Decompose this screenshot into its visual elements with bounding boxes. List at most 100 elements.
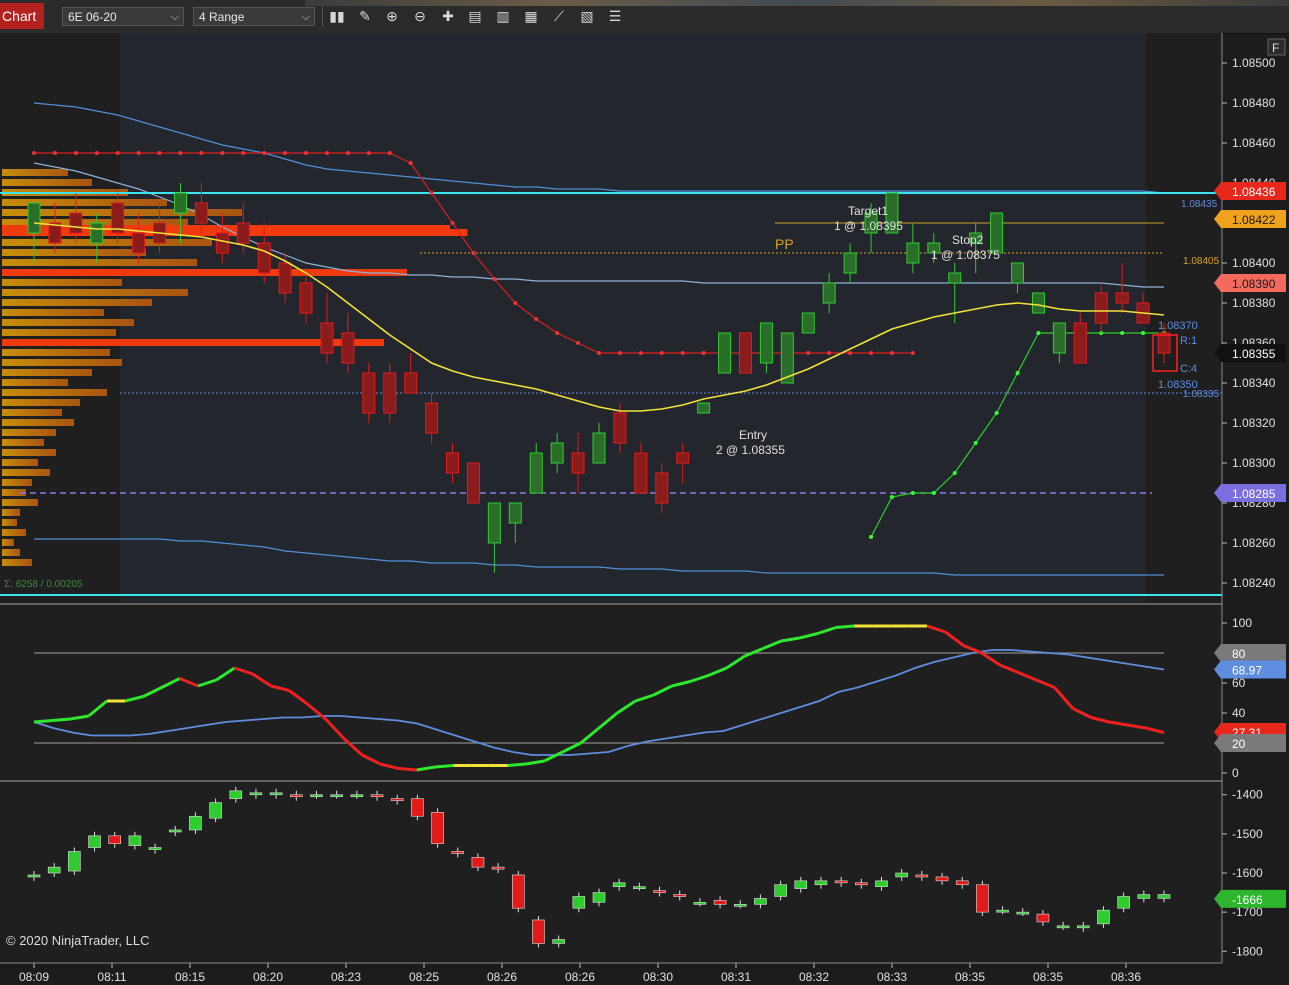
red-trail-dot	[848, 351, 853, 355]
delta-bar	[47, 866, 61, 874]
red-trail-dot	[241, 151, 246, 155]
delta-bar	[310, 794, 323, 798]
candle-body	[990, 212, 1004, 254]
delta-bar	[673, 894, 687, 897]
delta-bar	[1137, 894, 1151, 899]
volume-profile-bar	[2, 529, 26, 536]
f-button-label: F	[1272, 41, 1279, 55]
delta-bar	[431, 812, 444, 844]
delta-bar	[955, 880, 969, 886]
order-upper-price: 1.08370	[1158, 320, 1198, 332]
candle-body	[718, 332, 732, 374]
session-shading	[120, 33, 1146, 603]
green-trail-dot	[889, 495, 894, 499]
oscillator-flag: 68.97	[1232, 664, 1262, 678]
time-tick-label: 08:30	[643, 970, 673, 984]
candle-body	[341, 332, 355, 364]
delta-bar	[249, 792, 263, 796]
red-trail-dot	[178, 151, 183, 155]
red-trail-dot	[157, 151, 162, 155]
green-trail-dot	[1120, 331, 1125, 335]
candle-body	[801, 312, 815, 334]
delta-bar	[390, 798, 404, 801]
draw-pencil-icon[interactable]: ✎	[355, 6, 375, 26]
delta-bar	[88, 835, 101, 848]
delta-bar	[189, 815, 202, 831]
time-tick-label: 08:26	[487, 970, 517, 984]
object-list-icon[interactable]: ☰	[605, 6, 625, 26]
time-tick-label: 08:11	[97, 970, 126, 984]
delta-bar	[128, 835, 142, 846]
candle-body	[69, 212, 83, 234]
fast-oscillator-segment	[398, 767, 417, 772]
volume-profile-bar	[2, 289, 188, 296]
delta-bar	[532, 919, 545, 944]
volume-profile-bar	[2, 319, 134, 326]
red-trail-dot	[283, 151, 288, 155]
cyan-level-label: 1.08435	[1181, 199, 1218, 210]
chevron-down-icon: ⌵	[301, 11, 310, 23]
chart-tab[interactable]: Chart	[0, 3, 44, 29]
candle-body	[676, 452, 690, 464]
properties-icon[interactable]: ▤	[465, 6, 485, 26]
green-trail-dot	[1036, 331, 1041, 335]
volume-profile-bar	[2, 559, 32, 566]
volume-profile-bar	[2, 269, 407, 276]
volume-profile-bar	[2, 169, 68, 176]
candle-body	[738, 332, 752, 374]
zoom-out-icon[interactable]: ⊖	[410, 6, 430, 26]
red-trail-dot	[534, 317, 539, 321]
green-trail-dot	[1015, 371, 1020, 375]
red-trail-dot	[366, 151, 371, 155]
candle-body	[446, 452, 460, 474]
bar-type-icon[interactable]: ▮▮	[327, 6, 347, 26]
stop-detail: 1 @ 1.08375	[931, 248, 1000, 262]
delta-bar	[148, 847, 162, 850]
delta-bar	[370, 794, 384, 798]
delta-bar	[168, 829, 182, 833]
delta-tick-label: -1800	[1232, 944, 1263, 958]
fast-oscillator-segment	[52, 717, 71, 722]
crosshair-icon[interactable]: ✚	[438, 6, 458, 26]
volume-profile-bar	[2, 349, 110, 356]
indicators-icon[interactable]: ▦	[521, 6, 541, 26]
pp-label: PP	[775, 236, 794, 252]
delta-flag: -1666	[1232, 893, 1263, 907]
volume-profile-bar	[2, 259, 197, 266]
volume-profile-bar	[2, 299, 152, 306]
candle-body	[1031, 292, 1045, 314]
chart-trader-icon[interactable]: ▥	[493, 6, 513, 26]
time-tick-label: 08:09	[19, 970, 49, 984]
delta-bar	[915, 874, 929, 878]
delta-tick-label: -1600	[1232, 866, 1263, 880]
candle-body	[508, 502, 522, 524]
time-tick-label: 08:31	[721, 970, 751, 984]
candle-body	[27, 202, 41, 234]
candle-body	[194, 202, 208, 224]
price-tick-label: 1.08500	[1232, 56, 1276, 70]
candle-body	[299, 282, 313, 314]
oscillator-panel-background	[0, 606, 1222, 779]
candle-body	[236, 222, 250, 244]
delta-bar	[451, 851, 465, 854]
oscillator-flag: 80	[1232, 647, 1246, 661]
bar-type-selector[interactable]: 4 Range ⌵	[193, 7, 315, 26]
oscillator-flag: 20	[1232, 737, 1246, 751]
red-trail-dot	[576, 341, 581, 345]
delta-bar	[68, 851, 81, 872]
candle-body	[257, 242, 271, 274]
data-box-icon[interactable]: ▧	[577, 6, 597, 26]
delta-bar	[1117, 896, 1130, 909]
price-flag: 1.08436	[1232, 185, 1276, 199]
stop-title: Stop2	[952, 233, 984, 247]
green-trail-dot	[931, 491, 936, 495]
chart-area[interactable]: PP Target1 1 @ 1.08395 Stop2 1 @ 1.08375…	[0, 33, 1289, 985]
red-trail-dot	[513, 301, 518, 305]
zoom-in-icon[interactable]: ⊕	[382, 6, 402, 26]
time-tick-label: 08:33	[877, 970, 907, 984]
strategies-icon[interactable]: ⟋	[549, 6, 569, 26]
target-detail: 1 @ 1.08395	[834, 219, 903, 233]
instrument-selector[interactable]: 6E 06-20 ⌵	[62, 7, 184, 26]
red-trail-dot	[32, 151, 36, 155]
red-trail-dot	[597, 351, 601, 355]
